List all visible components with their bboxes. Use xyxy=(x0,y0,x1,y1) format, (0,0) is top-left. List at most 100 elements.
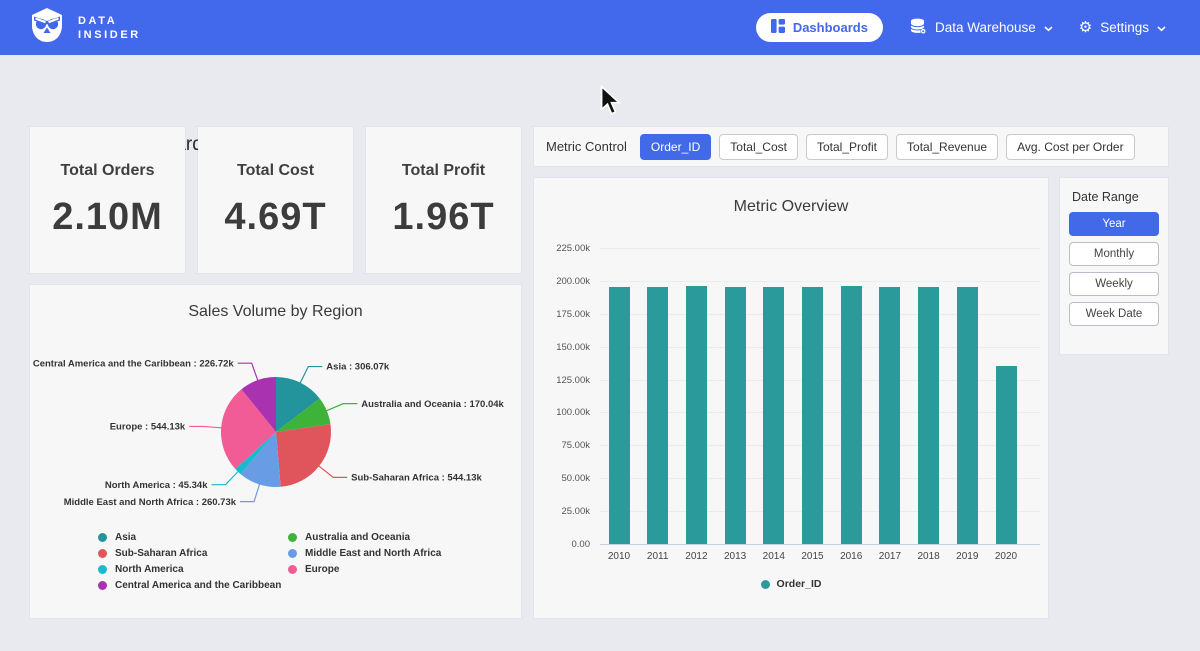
x-axis-tick: 2013 xyxy=(715,551,755,562)
y-axis-tick: 25.00k xyxy=(534,506,590,517)
bar-2014[interactable] xyxy=(763,287,784,544)
y-axis-tick: 125.00k xyxy=(534,375,590,386)
bar-2011[interactable] xyxy=(647,287,668,544)
nav-settings[interactable]: ⚙ Settings xyxy=(1079,20,1166,35)
bar-2012[interactable] xyxy=(686,286,707,544)
pie-legend-item-north-america[interactable]: North America xyxy=(98,564,288,575)
kpi-card-total-profit: Total Profit 1.96T xyxy=(366,127,521,273)
nav-data-warehouse[interactable]: Data Warehouse xyxy=(909,18,1053,38)
pie-label-australia-and-oceania: Australia and Oceania : 170.04k xyxy=(361,399,504,410)
date-range-panel: Date Range YearMonthlyWeeklyWeek Date xyxy=(1060,178,1168,354)
legend-label: Middle East and North Africa xyxy=(305,548,441,559)
metric-option-avg-cost-per-order[interactable]: Avg. Cost per Order xyxy=(1006,134,1135,160)
legend-dot xyxy=(761,580,770,589)
metric-overview-panel: Metric Overview 0.0025.00k50.00k75.00k10… xyxy=(534,178,1048,618)
date-range-option-weekly[interactable]: Weekly xyxy=(1069,272,1159,296)
legend-label: Order_ID xyxy=(777,578,822,590)
gridline xyxy=(600,248,1040,249)
pie-legend-item-sub-saharan-africa[interactable]: Sub-Saharan Africa xyxy=(98,548,288,559)
pie-legend: Asia Australia and Oceania Sub-Saharan Afr… xyxy=(98,532,441,591)
kpi-value: 2.10M xyxy=(52,196,163,239)
pie-label-europe: Europe : 544.13k xyxy=(110,422,186,433)
pie-label-line xyxy=(318,465,348,477)
y-axis-tick: 50.00k xyxy=(534,473,590,484)
pie-legend-item-central-america-and-the-caribbean[interactable]: Central America and the Caribbean xyxy=(98,580,288,591)
y-axis-tick: 200.00k xyxy=(534,276,590,287)
pie-legend-item-australia-and-oceania[interactable]: Australia and Oceania xyxy=(288,532,441,543)
bar-2010[interactable] xyxy=(609,287,630,544)
legend-dot xyxy=(288,549,297,558)
bar-2019[interactable] xyxy=(957,287,978,544)
metric-option-total-revenue[interactable]: Total_Revenue xyxy=(896,134,998,160)
legend-dot xyxy=(288,565,297,574)
pie-label-line xyxy=(299,367,322,385)
x-axis-tick: 2014 xyxy=(754,551,794,562)
legend-dot xyxy=(98,581,107,590)
date-range-options: Year Monthly Weekly Week Date xyxy=(1069,212,1159,326)
x-axis-tick: 2020 xyxy=(986,551,1026,562)
kpi-row: Total Orders 2.10M Total Cost 4.69T Tota… xyxy=(30,127,521,273)
gridline xyxy=(600,281,1040,282)
metric-option-total-profit[interactable]: Total_Profit xyxy=(806,134,888,160)
metric-option-total-cost[interactable]: Total_Cost xyxy=(719,134,798,160)
chevron-down-icon xyxy=(1157,20,1166,35)
y-axis-tick: 225.00k xyxy=(534,243,590,254)
bar-2013[interactable] xyxy=(725,287,746,544)
metric-control-label: Metric Control xyxy=(546,139,627,154)
pie-legend-item-europe[interactable]: Europe xyxy=(288,564,441,575)
kpi-label: Total Cost xyxy=(237,162,314,180)
y-axis-tick: 75.00k xyxy=(534,440,590,451)
nav-dashboards-label: Dashboards xyxy=(793,20,868,35)
pie-label-asia: Asia : 306.07k xyxy=(326,362,390,373)
sales-volume-panel: Asia : 306.07k Australia and Oceania : 17… xyxy=(30,285,521,618)
bar-2016[interactable] xyxy=(841,286,862,544)
brand-logo: DATA INSIDER xyxy=(28,6,141,49)
x-axis-tick: 2018 xyxy=(909,551,949,562)
legend-dot xyxy=(98,565,107,574)
gear-icon: ⚙ xyxy=(1079,20,1092,35)
kpi-value: 4.69T xyxy=(224,196,326,239)
top-navbar: DATA INSIDER Dashboards xyxy=(0,0,1200,55)
bar-2020[interactable] xyxy=(996,366,1017,544)
brand-line2: INSIDER xyxy=(78,28,141,42)
nav-data-warehouse-label: Data Warehouse xyxy=(935,20,1036,35)
y-axis-tick: 150.00k xyxy=(534,342,590,353)
bar-2017[interactable] xyxy=(879,287,900,544)
pie-slice-sub-saharan-africa[interactable] xyxy=(276,424,331,487)
date-range-option-week-date[interactable]: Week Date xyxy=(1069,302,1159,326)
metric-control-bar: Metric Control Order_ID Total_Cost Total_P… xyxy=(534,127,1168,166)
bar-2015[interactable] xyxy=(802,287,823,544)
database-icon xyxy=(909,18,927,38)
x-axis-tick: 2015 xyxy=(793,551,833,562)
legend-label: Sub-Saharan Africa xyxy=(115,548,207,559)
pie-label-line xyxy=(238,363,259,382)
bar-chart-legend[interactable]: Order_ID xyxy=(534,578,1048,590)
bar-2018[interactable] xyxy=(918,287,939,544)
x-axis-tick: 2019 xyxy=(947,551,987,562)
pie-label-line xyxy=(240,483,260,502)
date-range-option-monthly[interactable]: Monthly xyxy=(1069,242,1159,266)
pie-label-central-america-and-the-caribbean: Central America and the Caribbean : 226.… xyxy=(33,358,235,369)
kpi-label: Total Profit xyxy=(402,162,485,180)
legend-label: Europe xyxy=(305,564,339,575)
date-range-option-year[interactable]: Year xyxy=(1069,212,1159,236)
y-axis-tick: 175.00k xyxy=(534,309,590,320)
legend-dot xyxy=(98,533,107,542)
y-axis-tick: 100.00k xyxy=(534,407,590,418)
pie-legend-item-middle-east-and-north-africa[interactable]: Middle East and North Africa xyxy=(288,548,441,559)
gridline xyxy=(600,544,1040,545)
legend-label: Central America and the Caribbean xyxy=(115,580,281,591)
nav-dashboards-button[interactable]: Dashboards xyxy=(756,13,883,42)
kpi-card-total-orders: Total Orders 2.10M xyxy=(30,127,185,273)
x-axis-tick: 2012 xyxy=(676,551,716,562)
legend-label: Asia xyxy=(115,532,136,543)
pie-legend-item-asia[interactable]: Asia xyxy=(98,532,288,543)
metric-option-order-id[interactable]: Order_ID xyxy=(640,134,711,160)
chevron-down-icon xyxy=(1044,20,1053,35)
bar-chart-title: Metric Overview xyxy=(534,198,1048,216)
metric-control-options: Order_ID Total_Cost Total_Profit Total_Reve… xyxy=(640,134,1135,160)
kpi-label: Total Orders xyxy=(61,162,155,180)
legend-label: North America xyxy=(115,564,184,575)
x-axis-tick: 2011 xyxy=(638,551,678,562)
pie-label-north-america: North America : 45.34k xyxy=(105,480,208,491)
